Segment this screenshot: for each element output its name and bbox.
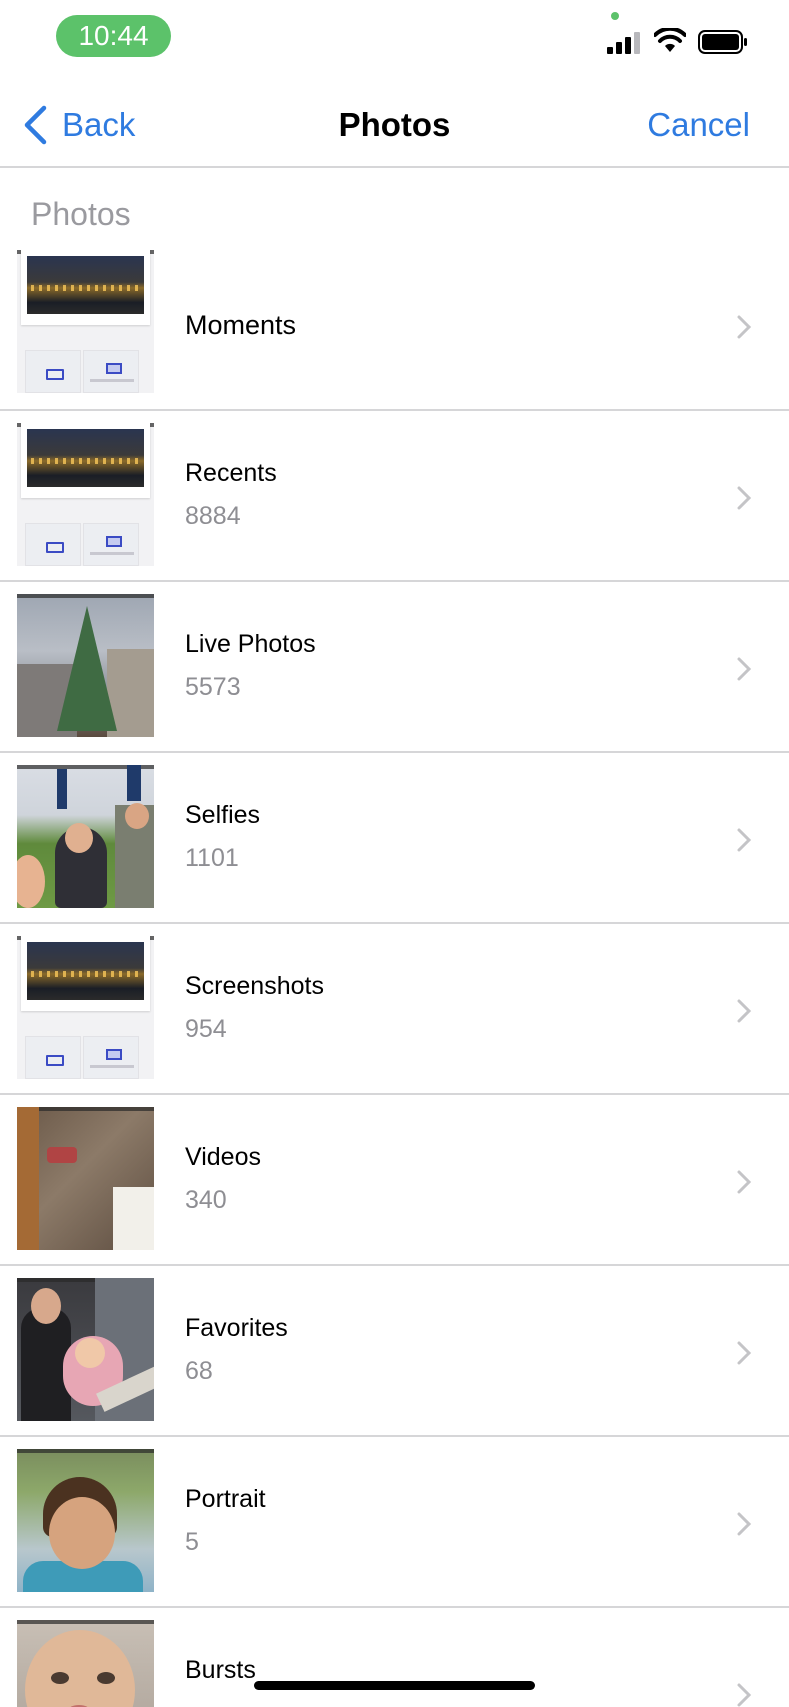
chevron-right-icon bbox=[737, 486, 752, 510]
album-thumbnail bbox=[17, 250, 154, 393]
album-name: Videos bbox=[185, 1143, 261, 1171]
album-count: 5573 bbox=[185, 673, 241, 701]
wifi-icon bbox=[654, 28, 686, 52]
album-count: 8884 bbox=[185, 502, 241, 530]
chevron-right-icon bbox=[737, 1683, 752, 1707]
chevron-right-icon bbox=[737, 657, 752, 681]
album-row-portrait[interactable]: Portrait 5 bbox=[0, 1437, 789, 1608]
battery-icon bbox=[698, 30, 747, 54]
status-time: 10:44 bbox=[78, 20, 149, 51]
chevron-right-icon bbox=[737, 1341, 752, 1365]
album-thumbnail bbox=[17, 594, 154, 737]
time-pill[interactable]: 10:44 bbox=[56, 15, 171, 57]
album-thumbnail bbox=[17, 1620, 154, 1707]
album-count: 5 bbox=[185, 1528, 199, 1556]
album-name: Recents bbox=[185, 459, 277, 487]
album-list: Moments Recents 8884 Live Photos 5573 Se… bbox=[0, 240, 789, 1707]
chevron-right-icon bbox=[737, 999, 752, 1023]
album-thumbnail bbox=[17, 936, 154, 1079]
privacy-indicator-dot bbox=[611, 12, 619, 20]
album-count: 340 bbox=[185, 1186, 227, 1214]
album-name: Bursts bbox=[185, 1656, 256, 1684]
cancel-button[interactable]: Cancel bbox=[647, 106, 750, 144]
chevron-right-icon bbox=[737, 828, 752, 852]
album-count: 68 bbox=[185, 1357, 213, 1385]
album-thumbnail bbox=[17, 1449, 154, 1592]
album-count: 1101 bbox=[185, 844, 239, 872]
album-name: Favorites bbox=[185, 1314, 288, 1342]
album-row-moments[interactable]: Moments bbox=[0, 240, 789, 411]
album-row-videos[interactable]: Videos 340 bbox=[0, 1095, 789, 1266]
album-count: 954 bbox=[185, 1015, 227, 1043]
home-indicator[interactable] bbox=[254, 1681, 535, 1690]
album-name: Moments bbox=[185, 310, 297, 340]
album-thumbnail bbox=[17, 1278, 154, 1421]
status-bar: 10:44 bbox=[0, 0, 789, 78]
cellular-signal-icon bbox=[607, 32, 640, 54]
album-thumbnail bbox=[17, 423, 154, 566]
album-row-live-photos[interactable]: Live Photos 5573 bbox=[0, 582, 789, 753]
album-name: Portrait bbox=[185, 1485, 266, 1513]
navigation-bar: Back Photos Cancel bbox=[0, 78, 789, 168]
chevron-right-icon bbox=[737, 315, 752, 339]
album-row-recents[interactable]: Recents 8884 bbox=[0, 411, 789, 582]
album-name: Live Photos bbox=[185, 630, 316, 658]
album-row-selfies[interactable]: Selfies 1101 bbox=[0, 753, 789, 924]
album-row-favorites[interactable]: Favorites 68 bbox=[0, 1266, 789, 1437]
album-name: Selfies bbox=[185, 801, 261, 829]
album-row-bursts[interactable]: Bursts bbox=[0, 1608, 789, 1707]
album-row-screenshots[interactable]: Screenshots 954 bbox=[0, 924, 789, 1095]
chevron-right-icon bbox=[737, 1512, 752, 1536]
album-thumbnail bbox=[17, 1107, 154, 1250]
section-header: Photos bbox=[31, 196, 131, 232]
chevron-right-icon bbox=[737, 1170, 752, 1194]
album-thumbnail bbox=[17, 765, 154, 908]
album-name: Screenshots bbox=[185, 972, 324, 1000]
